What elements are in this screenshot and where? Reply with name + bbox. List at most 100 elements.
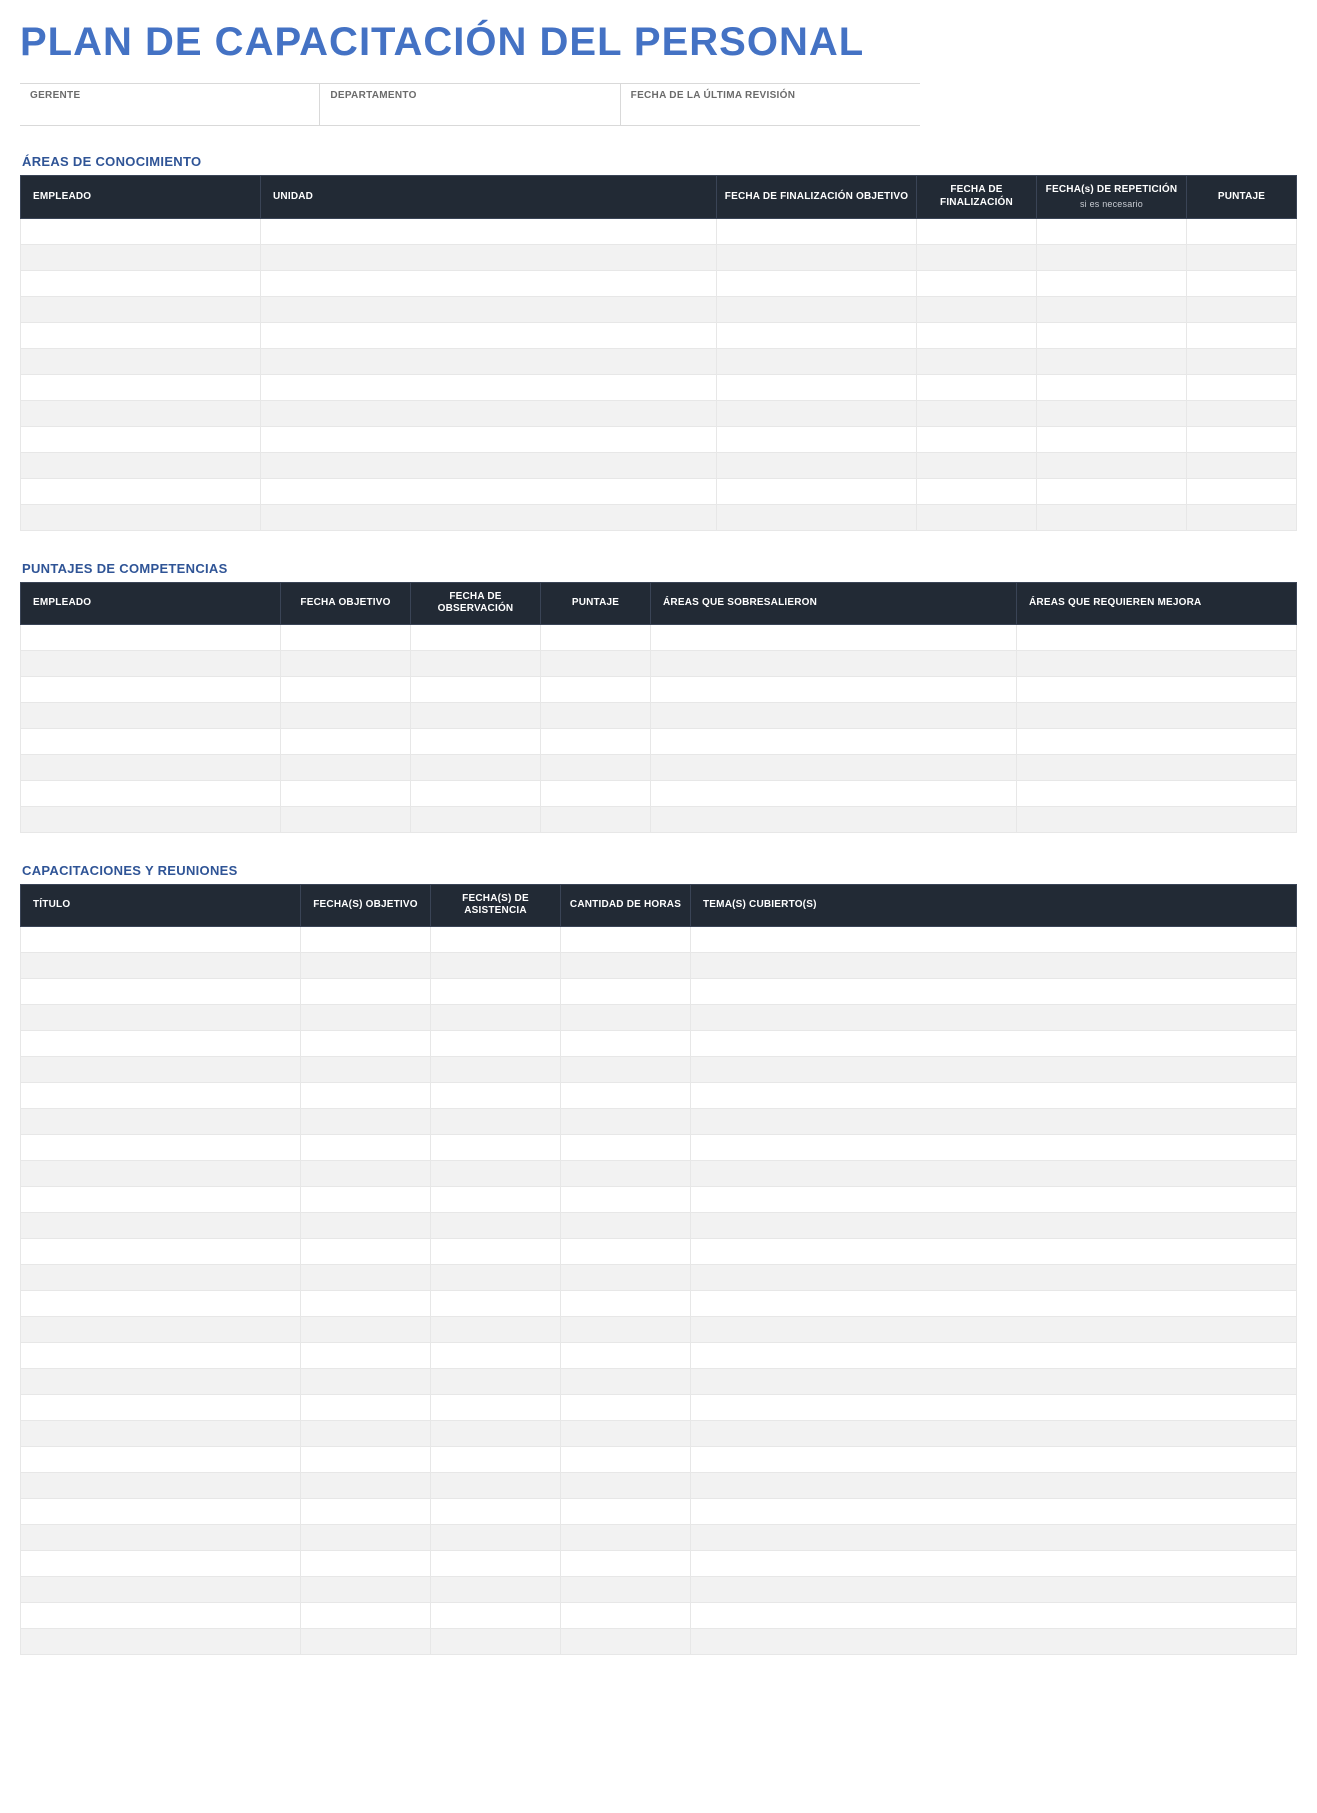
- cell-fechas_obj[interactable]: [301, 1160, 431, 1186]
- cell-titulo[interactable]: [21, 1342, 301, 1368]
- cell-fechas_obj[interactable]: [301, 1212, 431, 1238]
- cell-fechas_asis[interactable]: [431, 1186, 561, 1212]
- cell-cant_horas[interactable]: [561, 926, 691, 952]
- cell-empleado[interactable]: [21, 780, 281, 806]
- cell-puntaje[interactable]: [1187, 218, 1297, 244]
- cell-puntaje[interactable]: [541, 806, 651, 832]
- cell-temas[interactable]: [691, 1524, 1297, 1550]
- cell-titulo[interactable]: [21, 952, 301, 978]
- cell-empleado[interactable]: [21, 806, 281, 832]
- cell-fecha_fin[interactable]: [917, 348, 1037, 374]
- cell-fecha_fin[interactable]: [917, 504, 1037, 530]
- cell-fechas_obj[interactable]: [301, 1082, 431, 1108]
- cell-empleado[interactable]: [21, 624, 281, 650]
- cell-fecha_fin_obj[interactable]: [717, 426, 917, 452]
- cell-fechas_obj[interactable]: [301, 1420, 431, 1446]
- cell-puntaje[interactable]: [541, 624, 651, 650]
- cell-fechas_asis[interactable]: [431, 1498, 561, 1524]
- cell-temas[interactable]: [691, 1056, 1297, 1082]
- cell-fechas_obj[interactable]: [301, 952, 431, 978]
- cell-temas[interactable]: [691, 1420, 1297, 1446]
- cell-fecha_fin[interactable]: [917, 374, 1037, 400]
- cell-fechas_rep[interactable]: [1037, 244, 1187, 270]
- cell-empleado[interactable]: [21, 452, 261, 478]
- cell-fecha_fin[interactable]: [917, 478, 1037, 504]
- cell-unidad[interactable]: [261, 296, 717, 322]
- cell-fecha_obj[interactable]: [281, 806, 411, 832]
- cell-temas[interactable]: [691, 1264, 1297, 1290]
- meta-departamento-value[interactable]: [330, 101, 609, 119]
- cell-fechas_obj[interactable]: [301, 1316, 431, 1342]
- cell-fechas_obj[interactable]: [301, 1290, 431, 1316]
- cell-temas[interactable]: [691, 1628, 1297, 1654]
- cell-titulo[interactable]: [21, 1004, 301, 1030]
- cell-fechas_asis[interactable]: [431, 1628, 561, 1654]
- cell-fechas_asis[interactable]: [431, 1576, 561, 1602]
- cell-titulo[interactable]: [21, 1186, 301, 1212]
- cell-cant_horas[interactable]: [561, 1628, 691, 1654]
- cell-temas[interactable]: [691, 1316, 1297, 1342]
- cell-temas[interactable]: [691, 1212, 1297, 1238]
- cell-titulo[interactable]: [21, 1056, 301, 1082]
- cell-unidad[interactable]: [261, 218, 717, 244]
- cell-fecha_obj[interactable]: [281, 780, 411, 806]
- cell-puntaje[interactable]: [541, 754, 651, 780]
- cell-unidad[interactable]: [261, 452, 717, 478]
- cell-unidad[interactable]: [261, 426, 717, 452]
- cell-fecha_obj[interactable]: [281, 702, 411, 728]
- cell-cant_horas[interactable]: [561, 952, 691, 978]
- cell-empleado[interactable]: [21, 270, 261, 296]
- cell-fechas_rep[interactable]: [1037, 400, 1187, 426]
- cell-unidad[interactable]: [261, 504, 717, 530]
- cell-cant_horas[interactable]: [561, 1134, 691, 1160]
- cell-titulo[interactable]: [21, 1264, 301, 1290]
- cell-titulo[interactable]: [21, 1316, 301, 1342]
- cell-titulo[interactable]: [21, 1238, 301, 1264]
- cell-empleado[interactable]: [21, 754, 281, 780]
- cell-cant_horas[interactable]: [561, 1368, 691, 1394]
- cell-cant_horas[interactable]: [561, 1030, 691, 1056]
- cell-fechas_obj[interactable]: [301, 1056, 431, 1082]
- cell-fechas_asis[interactable]: [431, 1082, 561, 1108]
- cell-fecha_fin[interactable]: [917, 400, 1037, 426]
- cell-fechas_obj[interactable]: [301, 1186, 431, 1212]
- cell-temas[interactable]: [691, 1446, 1297, 1472]
- cell-titulo[interactable]: [21, 1602, 301, 1628]
- cell-cant_horas[interactable]: [561, 1524, 691, 1550]
- cell-fechas_obj[interactable]: [301, 1368, 431, 1394]
- cell-fecha_fin_obj[interactable]: [717, 244, 917, 270]
- cell-fecha_fin_obj[interactable]: [717, 348, 917, 374]
- cell-fechas_rep[interactable]: [1037, 426, 1187, 452]
- cell-fechas_rep[interactable]: [1037, 504, 1187, 530]
- cell-fechas_obj[interactable]: [301, 1238, 431, 1264]
- cell-cant_horas[interactable]: [561, 1602, 691, 1628]
- cell-cant_horas[interactable]: [561, 1238, 691, 1264]
- cell-empleado[interactable]: [21, 374, 261, 400]
- cell-titulo[interactable]: [21, 978, 301, 1004]
- cell-fecha_fin_obj[interactable]: [717, 270, 917, 296]
- cell-empleado[interactable]: [21, 244, 261, 270]
- cell-areas_sobre[interactable]: [651, 780, 1017, 806]
- cell-fecha_obs[interactable]: [411, 754, 541, 780]
- cell-puntaje[interactable]: [541, 650, 651, 676]
- cell-areas_sobre[interactable]: [651, 728, 1017, 754]
- cell-fechas_asis[interactable]: [431, 1004, 561, 1030]
- cell-fechas_obj[interactable]: [301, 1108, 431, 1134]
- cell-puntaje[interactable]: [541, 728, 651, 754]
- cell-fechas_asis[interactable]: [431, 1238, 561, 1264]
- cell-unidad[interactable]: [261, 400, 717, 426]
- cell-empleado[interactable]: [21, 728, 281, 754]
- cell-temas[interactable]: [691, 926, 1297, 952]
- cell-puntaje[interactable]: [1187, 322, 1297, 348]
- cell-cant_horas[interactable]: [561, 1420, 691, 1446]
- cell-fecha_fin_obj[interactable]: [717, 452, 917, 478]
- cell-fecha_fin_obj[interactable]: [717, 400, 917, 426]
- cell-fecha_obj[interactable]: [281, 624, 411, 650]
- cell-fechas_asis[interactable]: [431, 1472, 561, 1498]
- cell-fechas_asis[interactable]: [431, 1420, 561, 1446]
- cell-fechas_asis[interactable]: [431, 1264, 561, 1290]
- cell-fechas_obj[interactable]: [301, 926, 431, 952]
- cell-fecha_fin_obj[interactable]: [717, 218, 917, 244]
- cell-empleado[interactable]: [21, 650, 281, 676]
- cell-fecha_obj[interactable]: [281, 728, 411, 754]
